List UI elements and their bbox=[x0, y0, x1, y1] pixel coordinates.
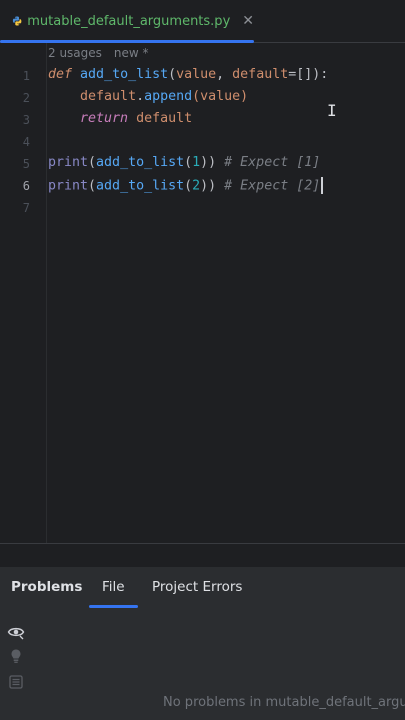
close-tab-icon[interactable]: ✕ bbox=[242, 13, 254, 29]
line-number-gutter: 1 2 3 4 5 6 7 bbox=[0, 43, 47, 543]
line-number: 5 bbox=[22, 157, 30, 171]
editor-tab-bar: mutable_default_arguments.py ✕ bbox=[0, 0, 405, 43]
list-icon[interactable] bbox=[7, 673, 25, 691]
editor-tab-filename: mutable_default_arguments.py bbox=[27, 13, 231, 29]
tab-project-errors[interactable]: Project Errors bbox=[152, 579, 242, 595]
tab-file[interactable]: File bbox=[102, 579, 125, 595]
problems-title: Problems bbox=[11, 579, 83, 595]
lightbulb-icon[interactable] bbox=[7, 647, 25, 665]
tool-window-splitter[interactable] bbox=[0, 543, 405, 568]
code-line-1[interactable]: def add_to_list(value, default=[]): bbox=[48, 67, 328, 82]
line-number: 4 bbox=[22, 135, 30, 149]
line-number: 2 bbox=[22, 91, 30, 105]
code-editor[interactable]: 1 2 3 4 5 6 7 2 usages new * def add_to_l… bbox=[0, 43, 405, 543]
editor-tab-mutable-default-arguments[interactable]: mutable_default_arguments.py ✕ bbox=[0, 0, 254, 43]
problems-status-text: No problems in mutable_default_argum bbox=[163, 695, 405, 710]
eye-icon[interactable] bbox=[7, 623, 25, 641]
line-number: 3 bbox=[22, 113, 30, 127]
python-file-icon bbox=[12, 16, 22, 26]
mouse-ibeam-cursor-icon: I bbox=[327, 101, 337, 120]
line-number: 1 bbox=[22, 69, 30, 83]
line-number: 7 bbox=[22, 201, 30, 215]
author-hint[interactable]: new * bbox=[114, 46, 149, 60]
code-line-3[interactable]: return default bbox=[48, 111, 192, 126]
line-number-active: 6 bbox=[22, 179, 30, 193]
text-caret bbox=[321, 177, 324, 194]
problems-tool-window: Problems File Project Errors No problems… bbox=[0, 567, 405, 720]
code-vision-hint[interactable]: 2 usages new * bbox=[48, 46, 161, 60]
code-line-5[interactable]: print(add_to_list(1)) # Expect [1] bbox=[48, 155, 320, 170]
selected-tab-indicator bbox=[89, 605, 138, 608]
code-line-6[interactable]: print(add_to_list(2)) # Expect [2] bbox=[48, 177, 324, 194]
code-line-2[interactable]: default.append(value) bbox=[48, 89, 248, 104]
usages-hint[interactable]: 2 usages bbox=[48, 46, 102, 60]
